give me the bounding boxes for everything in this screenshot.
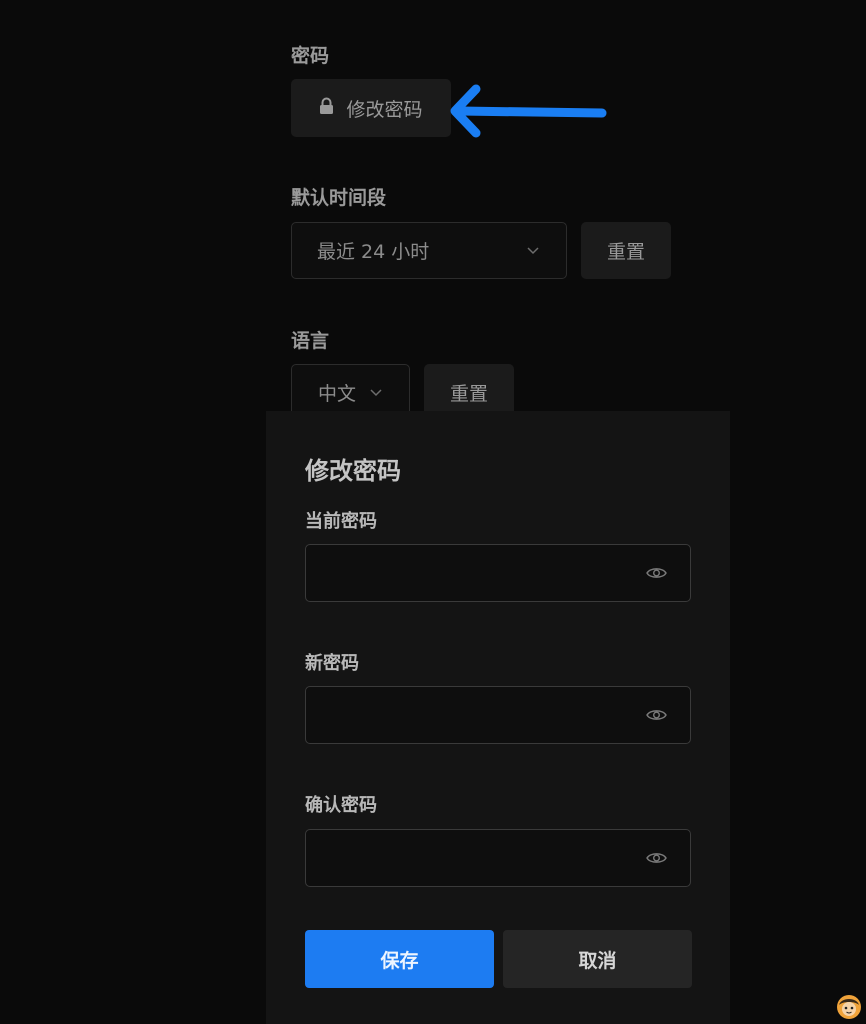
confirm-password-label: 确认密码 xyxy=(305,795,377,816)
confirm-password-field xyxy=(305,829,691,887)
new-password-field xyxy=(305,686,691,744)
time-range-reset-label: 重置 xyxy=(606,241,645,263)
new-password-input[interactable] xyxy=(306,687,690,743)
chevron-down-icon xyxy=(370,389,382,397)
language-label: 语言 xyxy=(291,330,330,352)
save-button[interactable]: 保存 xyxy=(305,930,494,988)
language-reset-label: 重置 xyxy=(449,383,488,405)
avatar xyxy=(837,995,861,1019)
cancel-button[interactable]: 取消 xyxy=(503,930,692,988)
modal-title: 修改密码 xyxy=(305,457,401,485)
current-password-field xyxy=(305,544,691,602)
password-label: 密码 xyxy=(291,45,330,67)
chevron-down-icon xyxy=(527,247,539,255)
current-password-input[interactable] xyxy=(306,545,690,601)
eye-icon[interactable] xyxy=(646,565,667,581)
change-password-label: 修改密码 xyxy=(346,98,423,121)
time-range-value: 最近 24 小时 xyxy=(317,241,430,263)
current-password-label: 当前密码 xyxy=(305,511,377,532)
confirm-password-input[interactable] xyxy=(306,830,690,886)
time-range-reset-button[interactable]: 重置 xyxy=(581,222,671,279)
eye-icon[interactable] xyxy=(646,707,667,723)
arrow-left-icon xyxy=(450,84,607,138)
change-password-modal: 修改密码 当前密码 新密码 确认密码 保存 取消 xyxy=(266,411,730,1024)
new-password-label: 新密码 xyxy=(305,653,359,674)
language-value: 中文 xyxy=(318,383,357,405)
settings-page: 密码 修改密码 默认时间段 最近 24 小时 重置 语言 中文 重置 修改密码 … xyxy=(0,0,866,1024)
change-password-button[interactable]: 修改密码 xyxy=(291,79,451,137)
lock-icon xyxy=(319,97,334,120)
time-range-label: 默认时间段 xyxy=(291,187,387,209)
time-range-select[interactable]: 最近 24 小时 xyxy=(291,222,567,279)
eye-icon[interactable] xyxy=(646,850,667,866)
